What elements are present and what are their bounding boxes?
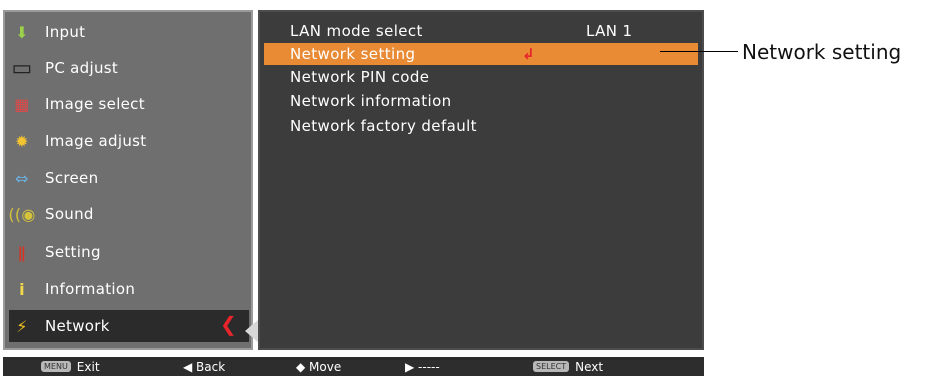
callout-label: Network setting [742,40,902,64]
active-arrow-icon: ❮ [219,312,237,336]
pointer-triangle-icon [245,319,259,343]
footer-next[interactable]: SELECT Next [533,360,603,374]
menu-item-sound[interactable]: ((◉ Sound [8,198,249,230]
footer-exit[interactable]: MENU Exit [41,360,100,374]
lan-mode-value: LAN 1 [586,22,633,40]
sub-item-label: Network setting [290,45,416,63]
menu-item-label: Sound [45,205,94,223]
menu-item-setting[interactable]: ǁ Setting [9,236,249,268]
lan-mode-select[interactable]: LAN mode select LAN 1 [290,20,670,42]
footer-move-label: ◆ Move [296,359,342,374]
sub-item-network-information[interactable]: Network information [290,90,670,112]
menu-item-label: PC adjust [45,59,119,77]
setting-icon: ǁ [17,242,27,262]
menu-key-icon: MENU [41,361,71,372]
menu-item-network[interactable]: ⚡ Network ❮ [9,310,249,342]
select-key-icon: SELECT [533,361,570,372]
sub-item-label: Network factory default [290,117,477,135]
footer-back[interactable]: ◀ Back [183,360,225,374]
menu-item-label: Screen [45,169,99,187]
menu-item-label: Image select [45,95,145,113]
menu-item-label: Information [45,280,136,298]
sub-item-label: Network information [290,92,452,110]
callout-line [660,51,738,52]
menu-item-label: Image adjust [45,132,147,150]
information-icon: i [19,279,25,299]
network-icon: ⚡ [16,316,28,336]
menu-item-image-adjust[interactable]: ✹ Image adjust [9,125,249,157]
image-select-icon: ▦ [14,94,30,114]
footer-exit-label: Exit [76,359,100,374]
lan-mode-label: LAN mode select [290,22,423,40]
screen-icon: ⇔ [15,168,29,188]
input-icon: ⬇ [15,22,29,42]
sound-icon: ((◉ [8,204,36,224]
menu-item-label: Input [45,23,86,41]
enter-icon: ↲ [522,45,535,63]
pc-adjust-icon: ▭ [11,55,33,81]
footer-forward-label: ▶ ----- [405,359,440,374]
footer-back-label: ◀ Back [183,359,226,374]
footer-move[interactable]: ◆ Move [296,360,341,374]
image-adjust-icon: ✹ [15,131,29,151]
sub-item-label: Network PIN code [290,68,430,86]
main-menu-panel: ⬇ Input ▭ PC adjust ▦ Image select ✹ Ima… [3,10,253,350]
menu-item-label: Network [45,317,110,335]
footer-forward[interactable]: ▶ ----- [405,360,440,374]
footer-bar: MENU Exit ◀ Back ◆ Move ▶ ----- SELECT N… [3,357,704,376]
sub-item-network-setting[interactable]: Network setting ↲ [264,43,698,65]
sub-menu-panel: LAN mode select LAN 1 Network setting ↲ … [258,10,704,350]
footer-next-label: Next [575,359,604,374]
menu-item-label: Setting [45,243,101,261]
menu-item-image-select[interactable]: ▦ Image select [9,88,249,120]
menu-item-screen[interactable]: ⇔ Screen [9,162,249,194]
menu-item-information[interactable]: i Information [9,273,249,305]
menu-item-pc-adjust[interactable]: ▭ PC adjust [9,52,249,84]
menu-item-input[interactable]: ⬇ Input [9,16,249,48]
sub-item-network-pin-code[interactable]: Network PIN code [290,66,670,88]
sub-item-network-factory-default[interactable]: Network factory default [290,115,670,137]
